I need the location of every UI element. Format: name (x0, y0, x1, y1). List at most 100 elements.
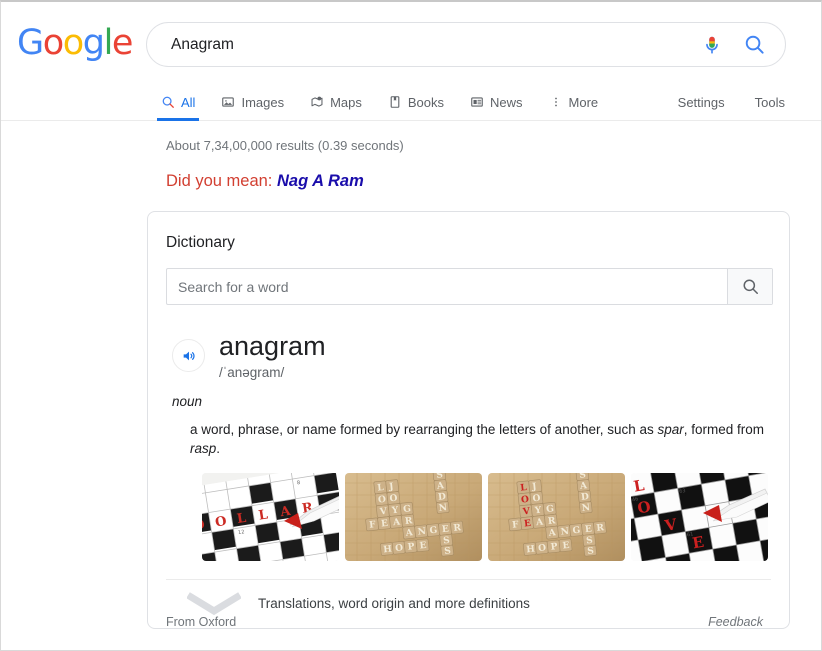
map-pin-icon (310, 95, 324, 109)
pronounce-audio-button[interactable] (172, 339, 205, 372)
word-search-input[interactable] (167, 269, 727, 304)
svg-text:D: D (438, 492, 447, 503)
svg-text:N: N (438, 503, 447, 514)
headword: anagram (219, 331, 326, 361)
more-vertical-icon (549, 95, 563, 109)
news-icon (470, 95, 484, 109)
word-search-bar[interactable] (166, 268, 773, 305)
related-image-thumbnails: DOL LAR 4128 (202, 472, 771, 561)
crossword-love-thumbnail[interactable]: LOVE 46 63 61 (631, 472, 768, 561)
result-stats: About 7,34,00,000 results (0.39 seconds) (166, 138, 404, 153)
search-submit-icon[interactable] (733, 33, 775, 56)
book-icon (388, 95, 402, 109)
tab-images-label: Images (241, 94, 285, 110)
logo-letter-l: l (103, 23, 114, 63)
svg-text:61: 61 (686, 531, 693, 538)
svg-text:J: J (388, 482, 394, 492)
tools-button[interactable]: Tools (755, 95, 785, 110)
svg-text:S: S (586, 536, 594, 547)
svg-text:O: O (378, 495, 387, 506)
feedback-link[interactable]: Feedback (708, 615, 763, 629)
search-icon (161, 95, 175, 109)
google-logo[interactable]: Google (17, 23, 133, 63)
svg-text:N: N (560, 527, 569, 538)
svg-text:H: H (526, 544, 536, 555)
tab-more-label: More (568, 94, 599, 110)
svg-text:G: G (572, 525, 581, 536)
did-you-mean-suggestion-link[interactable]: Nag A Ram (277, 172, 364, 190)
svg-text:E: E (524, 519, 532, 530)
svg-text:P: P (407, 542, 415, 553)
search-input[interactable] (147, 35, 691, 54)
dictionary-card-title: Dictionary (166, 234, 235, 251)
crossword-dollar-thumbnail[interactable]: DOL LAR 4128 (202, 472, 339, 561)
did-you-mean: Did you mean: Nag A Ram (166, 172, 364, 191)
expand-more-definitions-row[interactable]: Translations, word origin and more defin… (166, 578, 771, 628)
definition-middle: , formed from (683, 422, 765, 438)
svg-text:E: E (442, 524, 450, 535)
definition-example-1: spar (657, 422, 684, 438)
scrabble-emotions-red-love-thumbnail[interactable]: L O V E J O Y F A R A N G E R S A D N S … (488, 472, 625, 561)
svg-text:E: E (585, 524, 593, 535)
scrabble-emotions-thumbnail[interactable]: L O V E J O Y F A R A N G E R S A D N S … (345, 472, 482, 561)
phonetic-transcription: /ˈanəɡram/ (219, 365, 285, 381)
logo-letter-g1: G (17, 23, 44, 63)
definition-text: a word, phrase, or name formed by rearra… (190, 421, 771, 459)
svg-text:P: P (550, 542, 558, 553)
tab-images[interactable]: Images (221, 84, 298, 120)
svg-text:D: D (581, 492, 590, 503)
svg-text:N: N (581, 503, 590, 514)
svg-text:H: H (383, 544, 393, 555)
speaker-icon (181, 348, 197, 364)
svg-text:46: 46 (632, 496, 639, 503)
search-nav-bar: All Images Maps Books News More Settings… (1, 84, 821, 121)
tab-books[interactable]: Books (388, 84, 458, 120)
svg-text:12: 12 (238, 529, 245, 536)
part-of-speech: noun (172, 394, 203, 410)
svg-text:N: N (417, 527, 426, 538)
search-bar[interactable] (146, 22, 786, 67)
svg-text:E: E (419, 541, 427, 552)
svg-text:G: G (546, 504, 555, 515)
definition-prefix: a word, phrase, or name formed by rearra… (190, 422, 658, 438)
svg-text:G: G (403, 504, 412, 515)
word-search-button[interactable] (727, 269, 772, 304)
dictionary-card-body: Dictionary Search for a word anagram /ˈa… (148, 212, 789, 628)
svg-text:O: O (521, 495, 530, 506)
tab-all-label: All (181, 94, 196, 110)
definition-example-2: rasp (190, 440, 217, 456)
google-search-results-page: Google Anagram All Images Maps Books New… (0, 0, 822, 651)
tab-more[interactable]: More (549, 84, 613, 120)
tab-news[interactable]: News (470, 84, 537, 120)
svg-text:O: O (214, 514, 228, 531)
definition-suffix: . (216, 440, 221, 456)
settings-button[interactable]: Settings (678, 95, 725, 110)
dictionary-attribution: From Oxford (166, 615, 237, 629)
svg-text:S: S (587, 546, 595, 557)
logo-letter-g2: g (82, 23, 105, 63)
image-icon (221, 95, 235, 109)
tab-maps-label: Maps (330, 94, 362, 110)
svg-text:O: O (389, 493, 398, 504)
svg-text:S: S (443, 536, 451, 547)
svg-text:G: G (429, 525, 438, 536)
svg-text:J: J (531, 482, 537, 492)
tab-books-label: Books (407, 94, 445, 110)
tab-maps[interactable]: Maps (310, 84, 376, 120)
svg-text:E: E (562, 541, 570, 552)
svg-text:O: O (538, 543, 547, 554)
search-icon (741, 277, 760, 296)
svg-text:63: 63 (679, 488, 686, 495)
tab-news-label: News (490, 94, 523, 110)
page-header: Google (1, 2, 821, 84)
nav-right-actions: Settings Tools (678, 84, 785, 120)
svg-text:O: O (395, 543, 404, 554)
nav-tabs: All Images Maps Books News More (156, 84, 624, 121)
word-entry: anagram /ˈanəɡram/ (166, 331, 771, 380)
tab-all[interactable]: All (156, 84, 209, 121)
word-entry-text: anagram /ˈanəɡram/ (219, 331, 326, 380)
chevron-down-icon (184, 592, 244, 616)
microphone-icon[interactable] (691, 34, 733, 56)
svg-text:S: S (444, 546, 452, 557)
expand-more-definitions-label: Translations, word origin and more defin… (258, 596, 530, 612)
